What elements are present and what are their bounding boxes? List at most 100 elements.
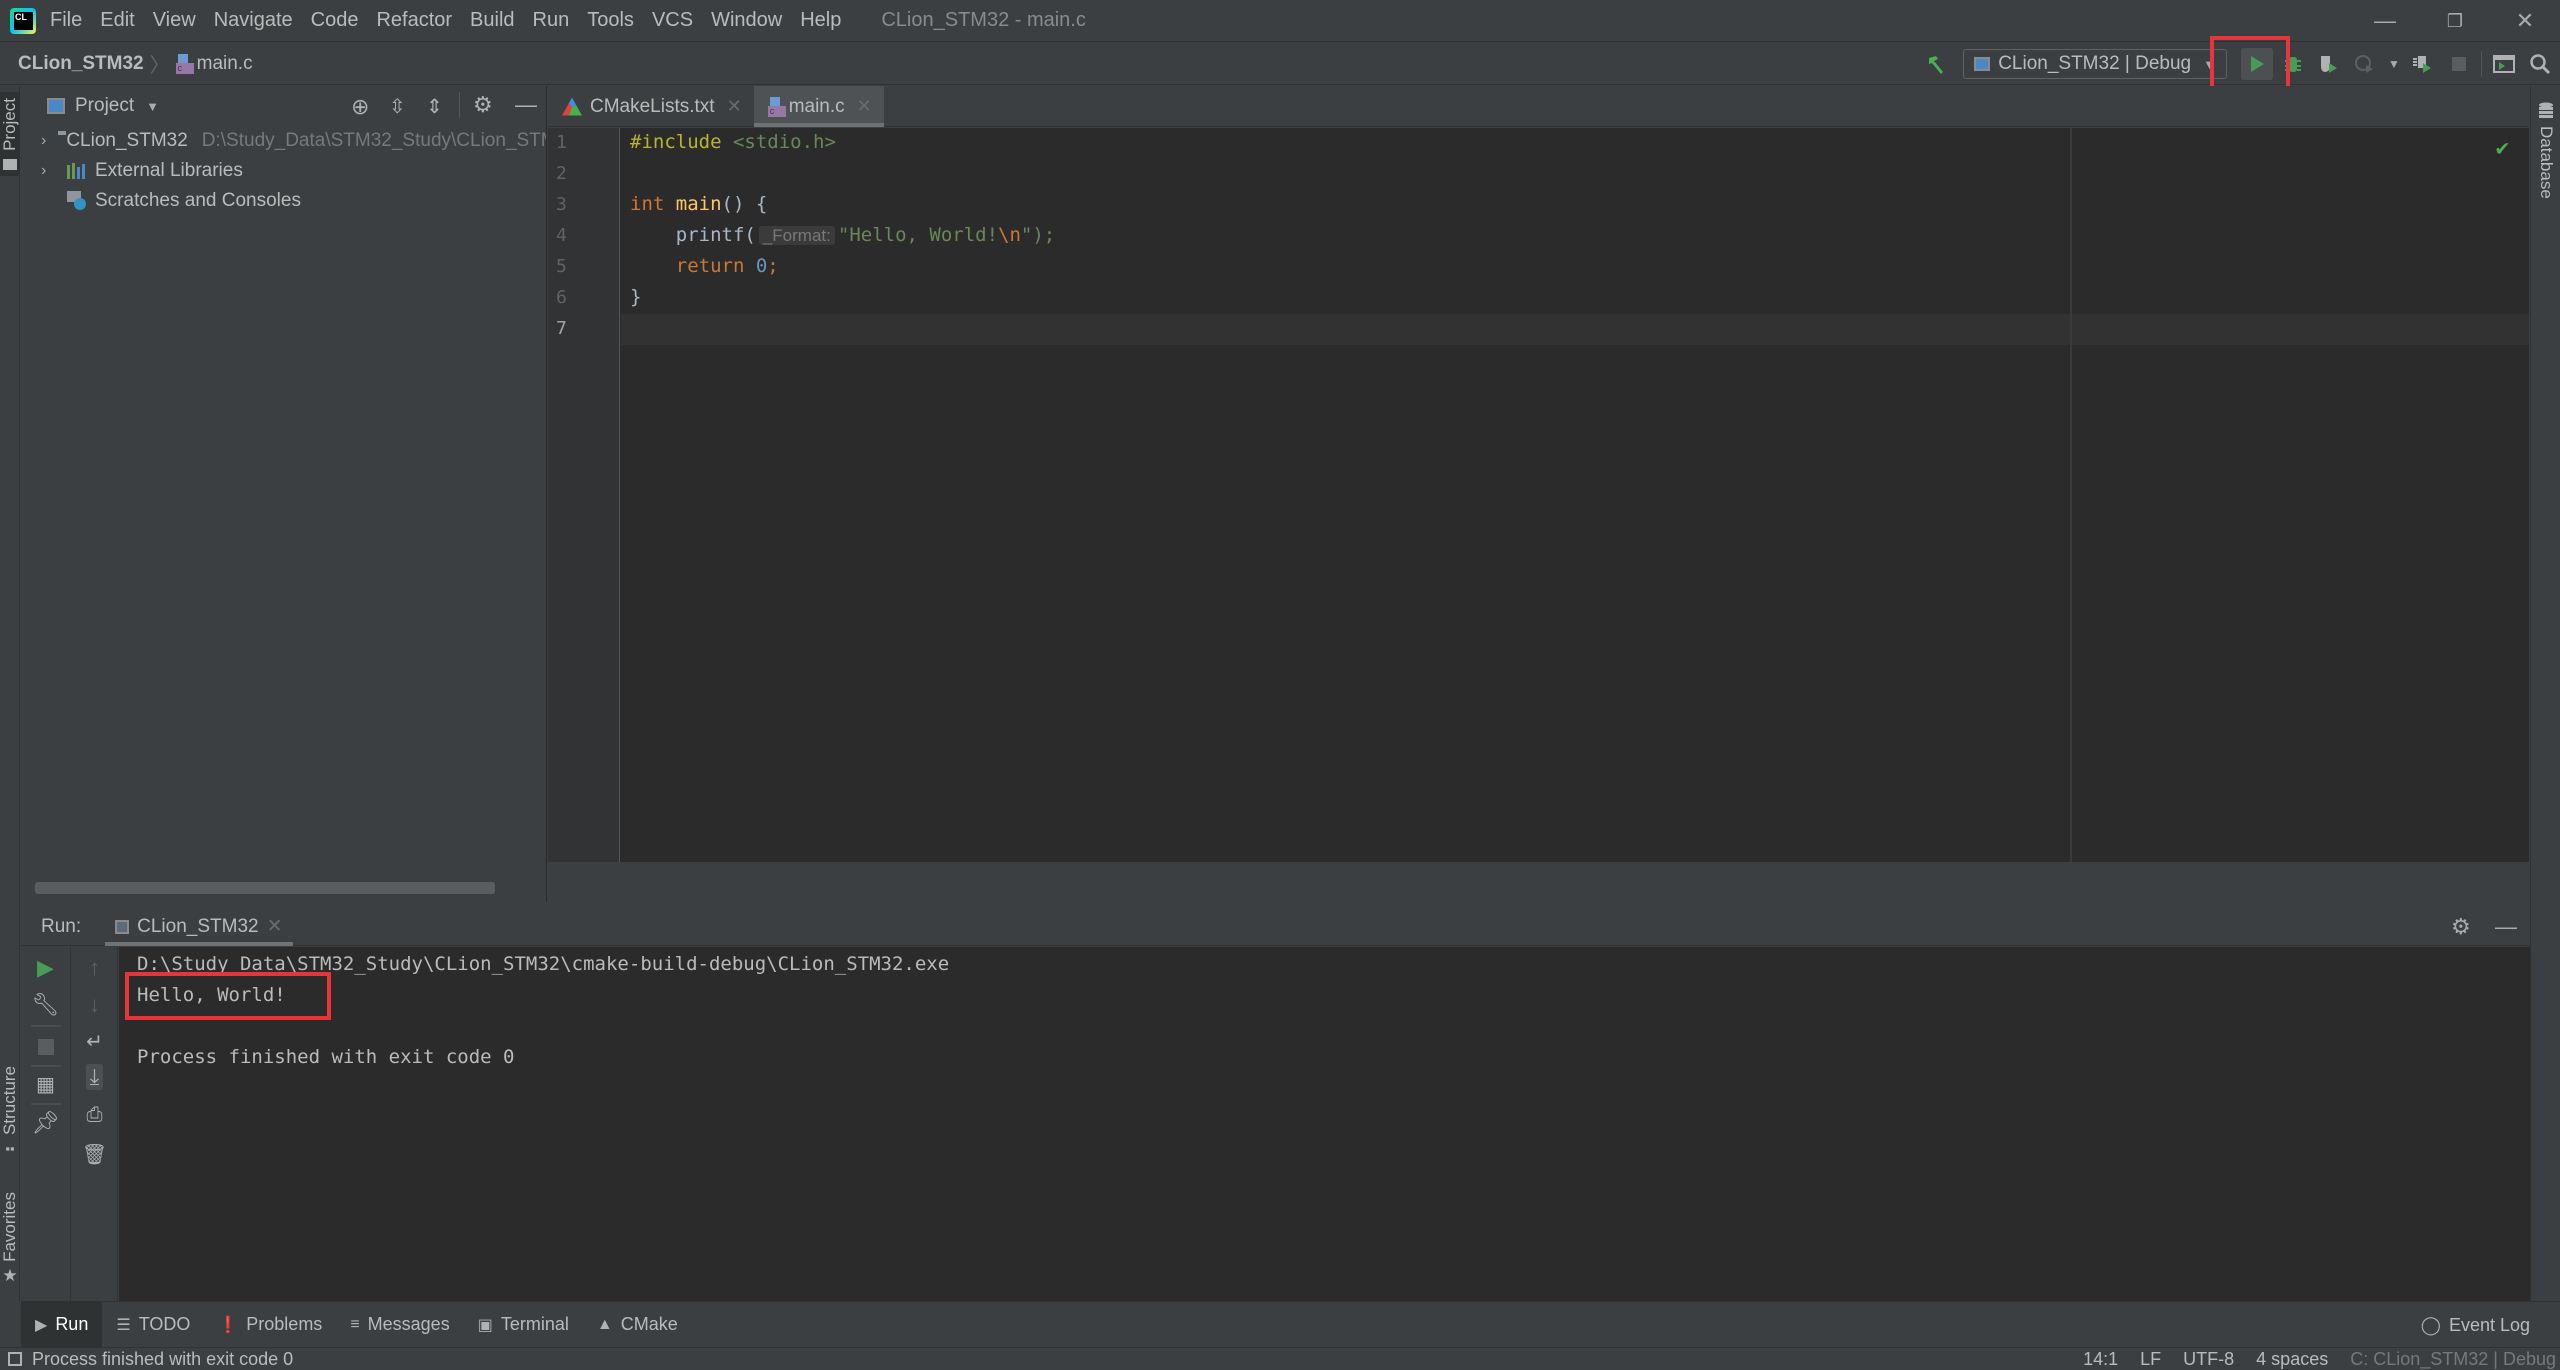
tab-cmakelists[interactable]: CMakeLists.txt ✕ — [548, 86, 754, 127]
arrow-down-icon[interactable]: ↓ — [72, 992, 117, 1018]
more-run-options-dropdown[interactable]: ▼ — [2385, 48, 2403, 80]
tree-item-label: External Libraries — [95, 160, 243, 181]
pin-icon[interactable]: 📌︎ — [21, 1110, 70, 1136]
tool-todo[interactable]: ☰ TODO — [102, 1302, 204, 1348]
run-config-label: CLion_STM32 | Debug — [1998, 53, 2192, 74]
menu-vcs[interactable]: VCS — [652, 9, 693, 32]
search-everywhere-button[interactable] — [2524, 48, 2556, 80]
clion-logo-icon — [10, 7, 36, 34]
menu-run[interactable]: Run — [533, 9, 570, 32]
structure-tool-tab[interactable]: Structure ▪▪ — [0, 1066, 20, 1156]
profile-button[interactable] — [2349, 48, 2381, 80]
menu-file[interactable]: File — [50, 9, 82, 32]
run-window-button[interactable] — [2488, 48, 2520, 80]
rerun-icon[interactable]: ▶ — [21, 955, 70, 981]
minimize-button[interactable]: — — [2350, 0, 2420, 42]
project-view-icon — [47, 98, 65, 114]
soft-wrap-icon[interactable]: ↵ — [72, 1029, 117, 1054]
wrench-icon[interactable]: 🔧︎ — [21, 992, 70, 1018]
tool-problems[interactable]: ❗ Problems — [204, 1302, 336, 1348]
stop-icon[interactable] — [21, 1035, 70, 1055]
tree-item-scratches[interactable]: Scratches and Consoles — [21, 186, 546, 216]
attach-to-process-button[interactable] — [2407, 48, 2439, 80]
trash-icon[interactable]: 🗑︎ — [72, 1142, 117, 1167]
locate-file-icon[interactable]: ⊕ — [351, 94, 369, 120]
gear-icon[interactable]: ⚙ — [2451, 908, 2471, 946]
favorites-tool-tab[interactable]: Favorites ★ — [0, 1192, 20, 1286]
line-separator[interactable]: LF — [2140, 1349, 2161, 1370]
chevron-down-icon[interactable]: ▼ — [146, 99, 159, 114]
tab-main-c[interactable]: main.c ✕ — [753, 86, 884, 127]
cmake-icon: ▲ — [596, 1315, 613, 1333]
hide-panel-icon[interactable]: — — [515, 92, 537, 118]
toggle-tool-windows-icon[interactable] — [8, 1352, 22, 1366]
list-icon: ☰ — [116, 1316, 131, 1334]
close-tab-icon[interactable]: ✕ — [727, 96, 742, 117]
menu-help[interactable]: Help — [800, 9, 841, 32]
stop-button[interactable] — [2443, 48, 2475, 80]
code-line-5: return 0; — [630, 255, 779, 277]
tab-label: main.c — [788, 95, 845, 117]
checkmark-icon[interactable]: ✔ — [2496, 136, 2509, 161]
print-icon[interactable]: ⎙ — [72, 1104, 117, 1127]
close-window-button[interactable]: ✕ — [2490, 0, 2560, 42]
run-tab[interactable]: CLion_STM32 ✕ — [105, 908, 293, 946]
tool-cmake[interactable]: ▲ CMake — [583, 1302, 692, 1348]
folder-icon — [3, 158, 17, 170]
tree-item-external-libraries[interactable]: › External Libraries — [21, 156, 546, 186]
header-separator — [459, 92, 460, 118]
run-toolbar-secondary: ↑ ↓ ↵ ⤓ ⎙ 🗑︎ — [72, 947, 118, 1301]
file-encoding[interactable]: UTF-8 — [2183, 1349, 2234, 1370]
cmake-icon — [562, 97, 582, 116]
restore-button[interactable]: ❐ — [2420, 0, 2490, 42]
horizontal-scrollbar[interactable] — [35, 882, 495, 894]
menu-tools[interactable]: Tools — [587, 9, 634, 32]
project-tab-label: Project — [0, 98, 19, 151]
menu-view[interactable]: View — [153, 9, 196, 32]
chevron-right-icon[interactable]: › — [41, 162, 55, 180]
profile-icon — [2355, 55, 2373, 73]
caret-position[interactable]: 14:1 — [2083, 1349, 2118, 1370]
hide-panel-icon[interactable]: — — [2495, 908, 2517, 946]
chevron-right-icon[interactable]: › — [41, 132, 46, 150]
menu-code[interactable]: Code — [311, 9, 359, 32]
menu-refactor[interactable]: Refactor — [376, 9, 452, 32]
code-line-3: int main() { — [630, 193, 768, 215]
close-tab-icon[interactable]: ✕ — [267, 915, 283, 938]
layout-icon[interactable]: ▦ — [21, 1072, 70, 1097]
run-panel-header: Run: CLion_STM32 ✕ ⚙ — — [21, 908, 2530, 946]
menu-navigate[interactable]: Navigate — [214, 9, 293, 32]
scroll-to-end-icon[interactable]: ⤓ — [72, 1064, 117, 1090]
search-icon — [2530, 54, 2551, 75]
run-configuration-selector[interactable]: CLion_STM32 | Debug ▼ — [1963, 49, 2227, 79]
line-number: 2 — [556, 163, 567, 184]
line-number: 4 — [556, 225, 567, 246]
tool-run[interactable]: ▶ Run — [21, 1301, 103, 1348]
gear-icon[interactable]: ⚙ — [473, 92, 493, 118]
toolbar-separator — [2481, 51, 2482, 77]
console-output[interactable]: D:\Study_Data\STM32_Study\CLion_STM32\cm… — [119, 947, 2530, 1301]
breadcrumb-file[interactable]: main.c — [197, 53, 253, 75]
run-with-coverage-button[interactable] — [2313, 48, 2345, 80]
tool-messages[interactable]: ≡ Messages — [336, 1302, 463, 1348]
hammer-icon[interactable] — [1921, 48, 1953, 80]
menu-edit[interactable]: Edit — [100, 9, 134, 32]
close-tab-icon[interactable]: ✕ — [857, 96, 872, 117]
breadcrumb-project[interactable]: CLion_STM32 — [18, 53, 144, 75]
project-panel-title[interactable]: Project — [75, 95, 134, 117]
database-tool-tab[interactable]: Database — [2536, 102, 2556, 199]
expand-all-icon[interactable]: ⇳ — [389, 94, 406, 119]
tool-terminal[interactable]: ▣ Terminal — [464, 1302, 583, 1348]
event-log-button[interactable]: ◯ Event Log — [2421, 1302, 2530, 1348]
status-bar: Process finished with exit code 0 14:1 L… — [0, 1347, 2560, 1370]
indent-setting[interactable]: 4 spaces — [2256, 1349, 2328, 1370]
resolve-context[interactable]: C: CLion_STM32 | Debug — [2350, 1349, 2556, 1370]
tree-item-label: CLion_STM32 — [66, 130, 188, 151]
arrow-up-icon[interactable]: ↑ — [72, 955, 117, 981]
code-editor[interactable]: 1 2 3 4 5 6 7 #include <stdio.h> int mai… — [548, 128, 2529, 862]
project-tool-tab[interactable]: Project — [0, 92, 20, 176]
collapse-all-icon[interactable]: ⇕ — [426, 94, 443, 119]
menu-window[interactable]: Window — [711, 9, 782, 32]
tree-item-project-root[interactable]: › CLion_STM32 D:\Study_Data\STM32_Study\… — [21, 126, 546, 156]
menu-build[interactable]: Build — [470, 9, 514, 32]
